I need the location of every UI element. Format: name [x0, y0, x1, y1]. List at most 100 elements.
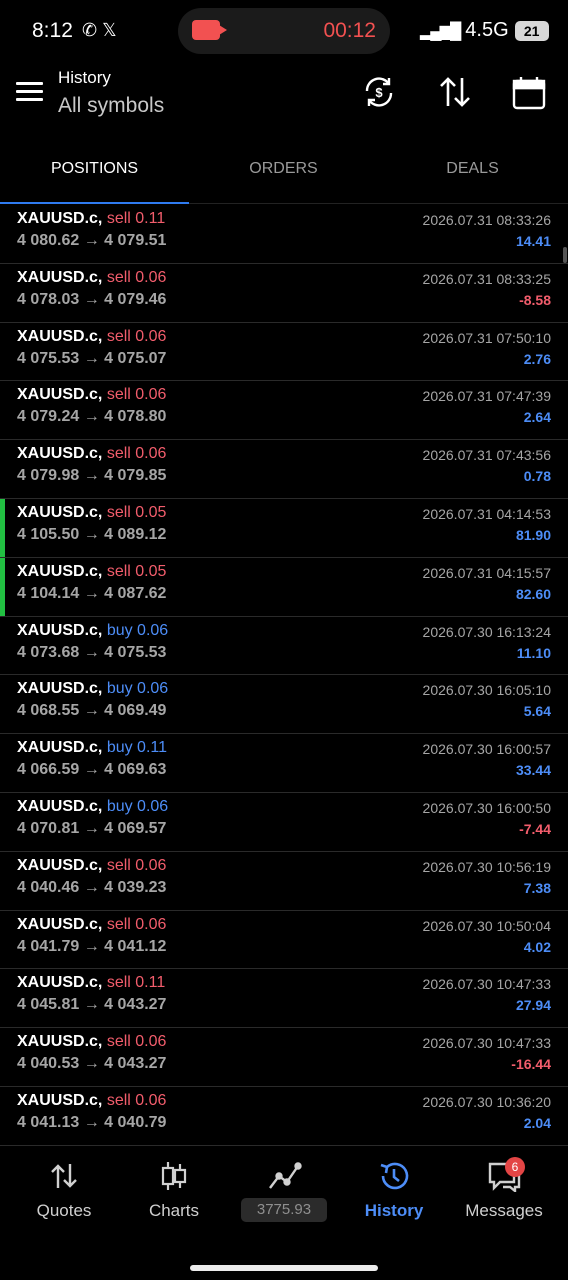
table-row[interactable]: XAUUSD.c, sell 0.05 4 104.14 → 4 087.62 20…	[0, 557, 568, 617]
nav-label-quotes: Quotes	[36, 1201, 92, 1220]
deal-symbol: XAUUSD.c,	[17, 268, 103, 286]
deal-prices: 4 104.14 → 4 087.62	[17, 584, 167, 602]
deal-symbol: XAUUSD.c,	[17, 503, 103, 521]
deal-prices: 4 070.81 → 4 069.57	[17, 819, 167, 837]
deal-symbol: XAUUSD.c,	[17, 386, 103, 404]
signal-icon: ▂▄▆█	[420, 22, 461, 40]
table-row[interactable]: XAUUSD.c, sell 0.06 4 079.98 → 4 079.85 20…	[0, 440, 568, 499]
deal-symbol-line: XAUUSD.c, sell 0.06	[17, 445, 166, 463]
deal-profit: 2.04	[523, 1114, 551, 1131]
table-row[interactable]: XAUUSD.c, buy 0.06 4 068.55 → 4 069.49 202…	[0, 675, 568, 735]
deal-symbol-line: XAUUSD.c, sell 0.06	[17, 857, 166, 875]
menu-icon[interactable]	[16, 82, 43, 102]
sort-icon[interactable]	[437, 74, 473, 110]
deal-date: 2026.07.30 16:05:10	[422, 682, 551, 699]
deal-profit: 2.76	[523, 350, 551, 367]
deal-prices: 4 068.55 → 4 069.49	[17, 702, 167, 720]
tab-positions[interactable]: POSITIONS	[0, 140, 189, 204]
deal-date: 2026.07.31 08:33:25	[422, 270, 551, 287]
history-icon	[376, 1160, 412, 1192]
nav-messages[interactable]: Messages	[449, 1148, 559, 1228]
table-row[interactable]: XAUUSD.c, sell 0.06 4 041.13 → 4 040.79 20…	[0, 1087, 568, 1146]
deal-symbol-line: XAUUSD.c, buy 0.06	[17, 798, 168, 816]
deal-symbol-line: XAUUSD.c, buy 0.11	[17, 739, 167, 757]
deal-profit: 81.90	[515, 526, 551, 543]
deal-profit: 2.64	[523, 409, 551, 426]
deal-direction: sell 0.06	[106, 1033, 167, 1051]
table-row[interactable]: XAUUSD.c, buy 0.06 4 070.81 → 4 069.57 202…	[0, 793, 568, 852]
deal-profit: 27.94	[515, 997, 551, 1014]
trade-line-icon	[266, 1160, 302, 1192]
table-row[interactable]: XAUUSD.c, sell 0.06 4 040.46 → 4 039.23 20…	[0, 852, 568, 911]
row-marker	[0, 557, 5, 616]
table-row[interactable]: XAUUSD.c, sell 0.05 4 105.50 → 4 089.12 20…	[0, 498, 568, 558]
deal-prices: 4 079.98 → 4 079.85	[17, 467, 167, 485]
deal-prices: 4 078.03 → 4 079.46	[17, 290, 167, 308]
table-row[interactable]: XAUUSD.c, sell 0.11 4 045.81 → 4 043.27 20…	[0, 969, 568, 1029]
scrollbar[interactable]	[563, 247, 567, 263]
deal-direction: sell 0.05	[106, 503, 167, 521]
deal-symbol: XAUUSD.c,	[17, 739, 103, 757]
nav-charts[interactable]: Charts	[119, 1148, 229, 1228]
deal-prices: 4 041.79 → 4 041.12	[17, 937, 167, 955]
deal-date: 2026.07.30 10:50:04	[422, 917, 551, 934]
svg-text:$: $	[375, 85, 383, 100]
deal-date: 2026.07.31 08:33:26	[422, 212, 551, 228]
deal-direction: sell 0.06	[106, 915, 167, 933]
tab-deals[interactable]: DEALS	[378, 140, 567, 204]
deal-direction: sell 0.05	[106, 562, 167, 580]
page-title: History	[58, 68, 111, 87]
tab-orders[interactable]: ORDERS	[189, 140, 378, 204]
deal-symbol: XAUUSD.c,	[17, 1091, 103, 1109]
account-balance: 3775.93	[241, 1198, 327, 1222]
table-row[interactable]: XAUUSD.c, buy 0.11 4 066.59 → 4 069.63 202…	[0, 734, 568, 793]
deal-symbol-line: XAUUSD.c, sell 0.06	[17, 1092, 166, 1110]
table-row[interactable]: XAUUSD.c, sell 0.06 4 075.53 → 4 075.07 20…	[0, 323, 568, 382]
deal-prices: 4 105.50 → 4 089.12	[17, 525, 167, 543]
calendar-icon[interactable]	[511, 74, 547, 110]
deal-symbol: XAUUSD.c,	[17, 445, 103, 463]
table-row[interactable]: XAUUSD.c, sell 0.06 4 078.03 → 4 079.46 20…	[0, 264, 568, 323]
deal-direction: sell 0.11	[106, 210, 166, 227]
table-row[interactable]: XAUUSD.c, sell 0.06 4 040.53 → 4 043.27 20…	[0, 1028, 568, 1087]
deal-symbol: XAUUSD.c,	[17, 562, 103, 580]
nav-quotes[interactable]: Quotes	[9, 1148, 119, 1228]
deal-date: 2026.07.31 04:15:57	[422, 564, 551, 581]
deal-symbol: XAUUSD.c,	[17, 974, 103, 992]
deal-symbol-line: XAUUSD.c, sell 0.06	[17, 1033, 166, 1051]
app-header: History All symbols $	[0, 62, 568, 140]
tab-indicator	[0, 202, 189, 204]
deal-direction: buy 0.11	[106, 739, 168, 757]
home-indicator[interactable]	[190, 1265, 378, 1271]
nav-history[interactable]: History	[339, 1148, 449, 1228]
table-row[interactable]: XAUUSD.c, sell 0.11 4 080.62 → 4 079.51 20…	[0, 205, 568, 264]
deal-date: 2026.07.31 07:47:39	[422, 388, 551, 405]
deal-prices: 4 075.53 → 4 075.07	[17, 349, 167, 367]
deal-date: 2026.07.30 10:56:19	[422, 858, 551, 875]
deal-direction: buy 0.06	[106, 680, 169, 698]
deal-date: 2026.07.31 04:14:53	[422, 505, 551, 522]
nav-label-messages: Messages	[465, 1201, 543, 1220]
table-row[interactable]: XAUUSD.c, sell 0.06 4 041.79 → 4 041.12 20…	[0, 911, 568, 970]
deal-profit: 0.78	[523, 468, 551, 485]
notification-icons: ✆ 𝕏	[82, 20, 117, 40]
deal-symbol-line: XAUUSD.c, sell 0.05	[17, 504, 166, 522]
deal-date: 2026.07.31 07:43:56	[422, 447, 551, 464]
deal-direction: buy 0.06	[106, 797, 169, 815]
network-type: 4.5G	[465, 19, 509, 41]
deal-direction: sell 0.06	[106, 268, 167, 286]
refresh-currency-icon[interactable]: $	[361, 74, 397, 110]
deal-prices: 4 045.81 → 4 043.27	[17, 996, 167, 1014]
deal-profit: 11.10	[516, 644, 551, 661]
row-marker	[0, 498, 5, 557]
deal-prices: 4 041.13 → 4 040.79	[17, 1113, 167, 1131]
deal-direction: sell 0.06	[106, 1091, 167, 1109]
deal-date: 2026.07.30 16:00:50	[422, 799, 551, 816]
symbol-filter[interactable]: All symbols	[58, 94, 164, 118]
table-row[interactable]: XAUUSD.c, sell 0.06 4 079.24 → 4 078.80 20…	[0, 381, 568, 441]
recording-timer: 00:12	[323, 19, 376, 42]
screen-recording-pill[interactable]: 00:12	[178, 8, 390, 54]
deal-symbol: XAUUSD.c,	[17, 915, 103, 933]
table-row[interactable]: XAUUSD.c, buy 0.06 4 073.68 → 4 075.53 202…	[0, 617, 568, 676]
deal-symbol: XAUUSD.c,	[17, 327, 103, 345]
